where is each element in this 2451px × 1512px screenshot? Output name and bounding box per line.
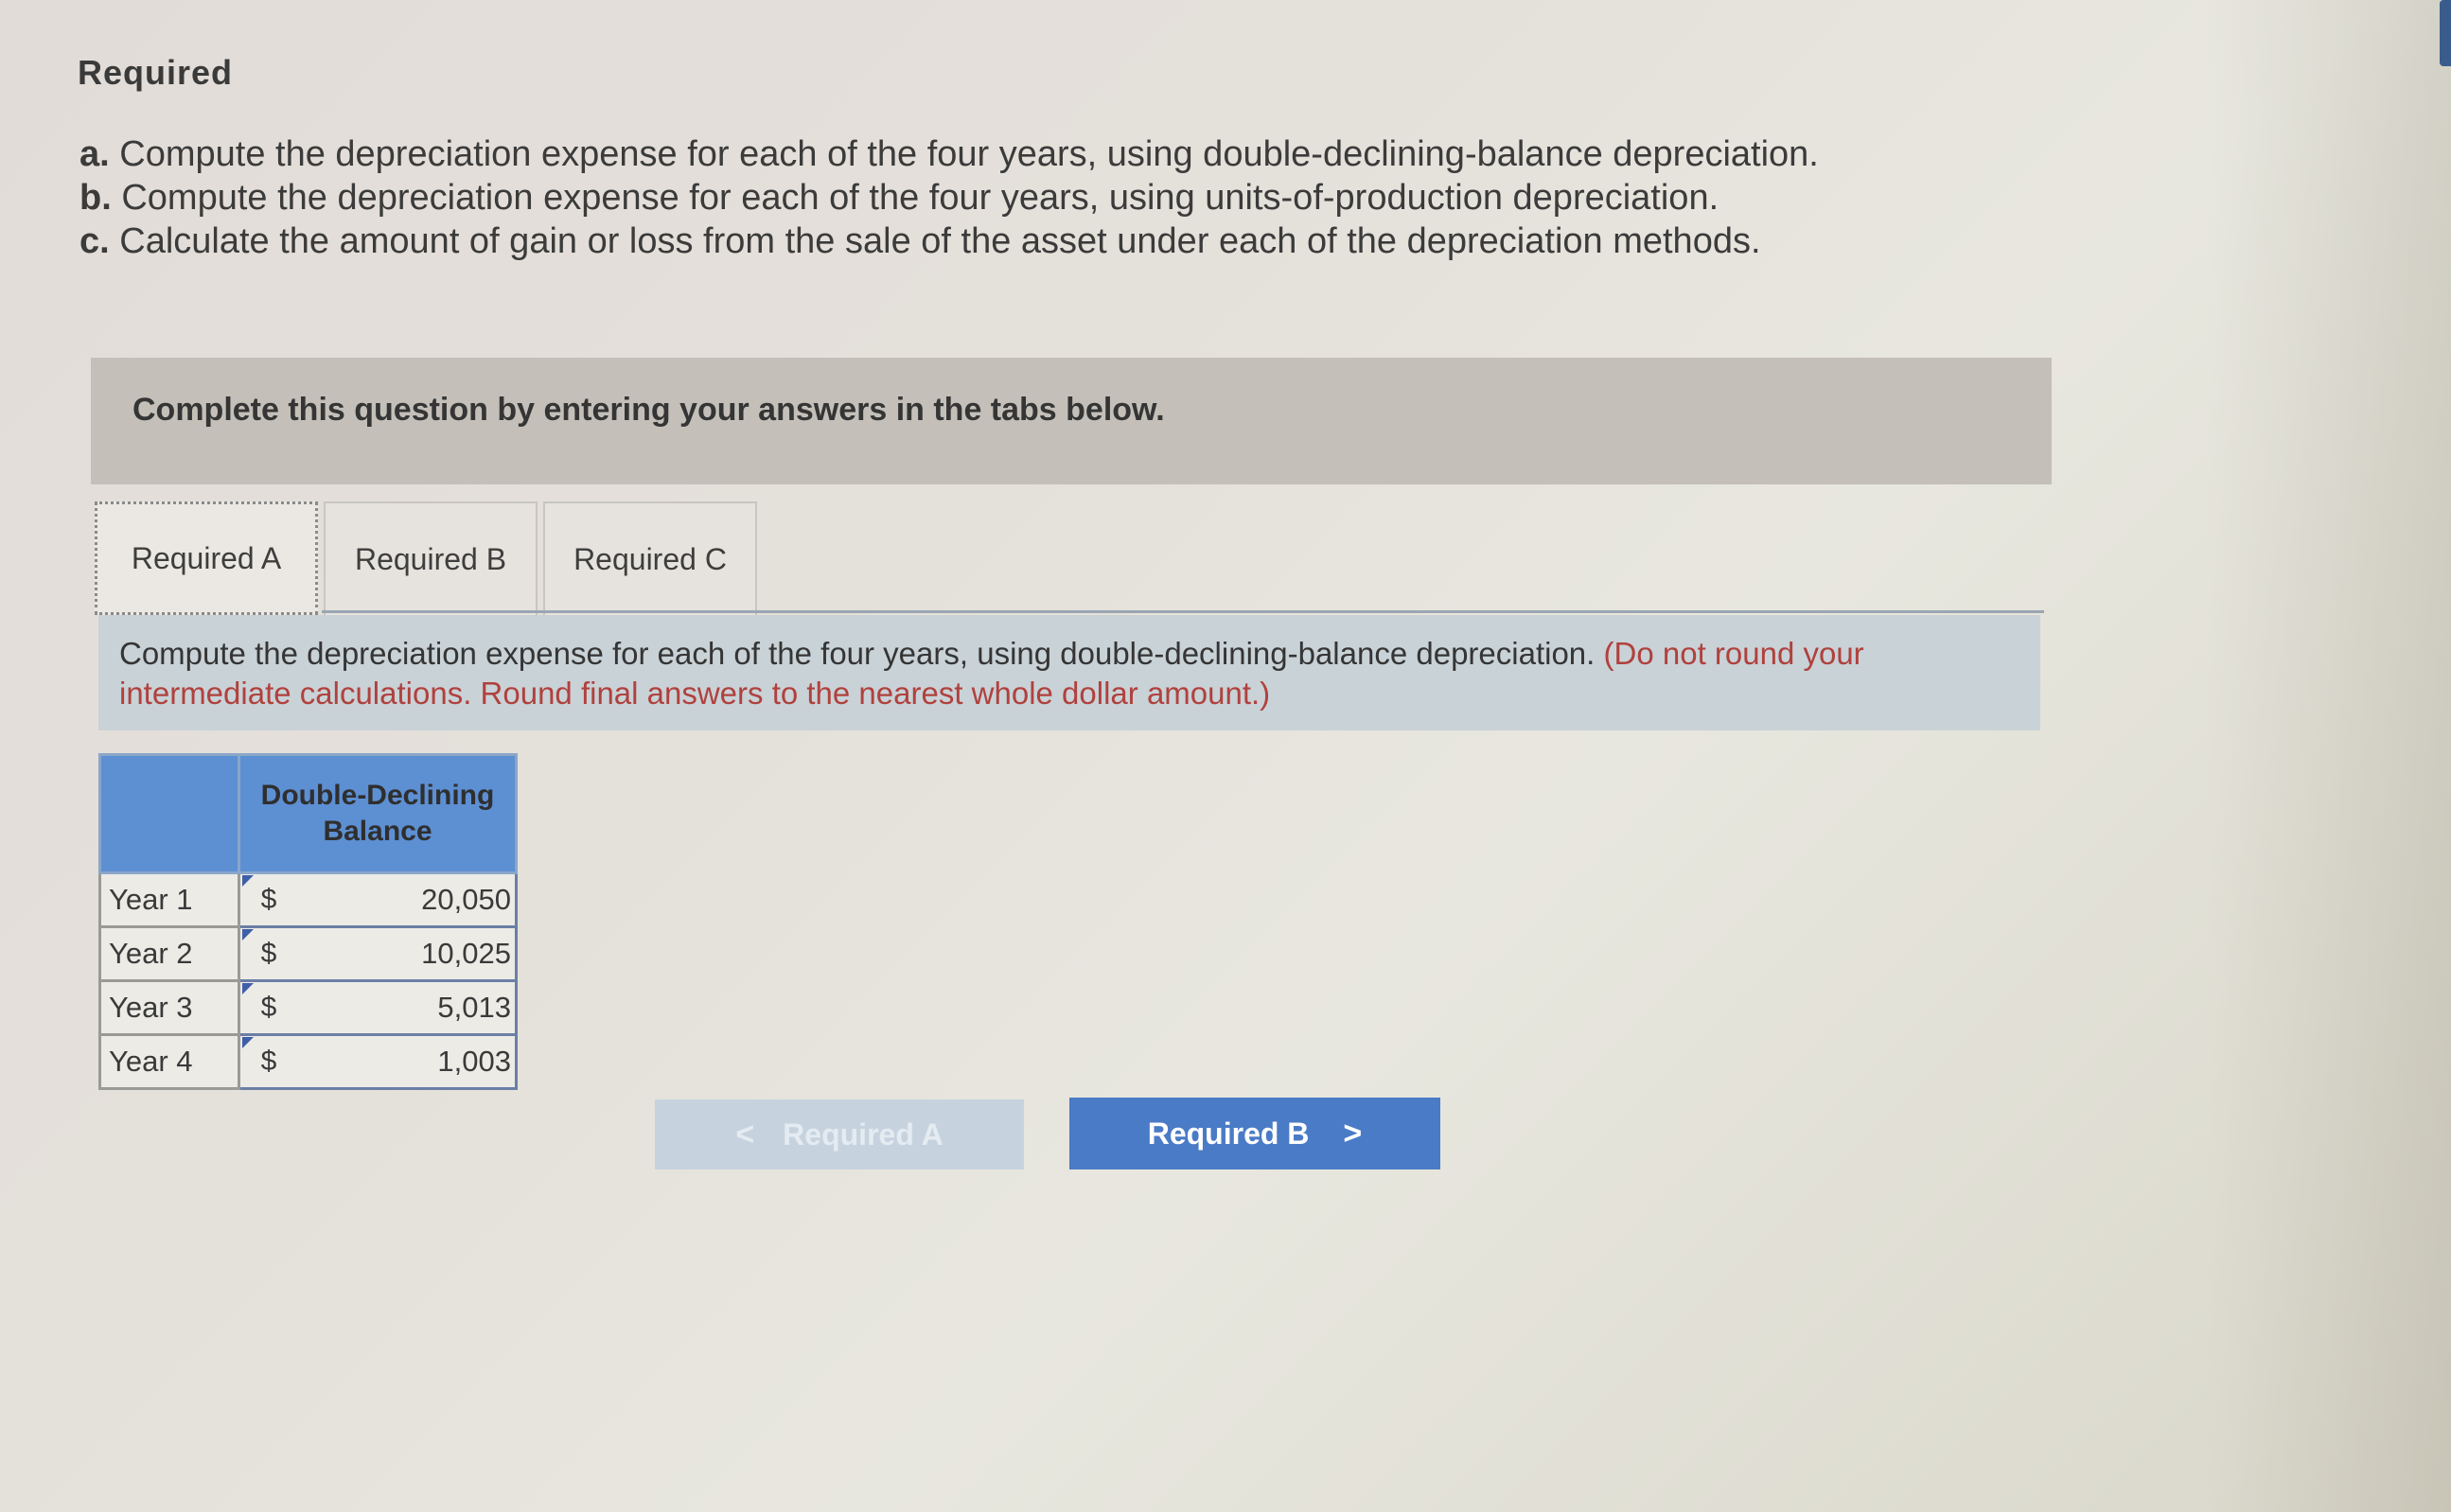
row-label: Year 4 bbox=[98, 1033, 240, 1090]
answer-value[interactable]: 5,013 bbox=[297, 991, 515, 1025]
table-row: Year 4 $ 1,003 bbox=[98, 1033, 518, 1090]
requirement-b: b. Compute the depreciation expense for … bbox=[79, 176, 2067, 220]
requirement-letter: c. bbox=[79, 221, 110, 261]
prev-required-a-button[interactable]: < Required A bbox=[655, 1099, 1024, 1169]
flag-icon bbox=[242, 983, 254, 994]
currency-symbol: $ bbox=[260, 938, 277, 969]
table-corner-header bbox=[98, 753, 240, 874]
tab-divider bbox=[322, 610, 2044, 613]
requirement-a: a. Compute the depreciation expense for … bbox=[79, 132, 2067, 176]
chevron-left-icon: < bbox=[735, 1116, 755, 1152]
answer-value[interactable]: 1,003 bbox=[297, 1045, 515, 1079]
column-header-line2: Balance bbox=[323, 816, 432, 847]
tab-required-b[interactable]: Required B bbox=[324, 501, 538, 615]
table-row: Year 2 $ 10,025 bbox=[98, 925, 518, 982]
question-prompt: Compute the depreciation expense for eac… bbox=[98, 615, 2040, 730]
currency-symbol: $ bbox=[260, 884, 277, 915]
chevron-right-icon: > bbox=[1343, 1115, 1363, 1152]
row-label: Year 3 bbox=[98, 979, 240, 1036]
requirement-letter: a. bbox=[79, 134, 110, 174]
flag-icon bbox=[242, 929, 254, 941]
answer-value[interactable]: 20,050 bbox=[297, 883, 515, 917]
requirement-letter: b. bbox=[79, 178, 112, 218]
column-header-ddb: Double-Declining Balance bbox=[238, 753, 518, 874]
row-label: Year 1 bbox=[98, 871, 240, 928]
tab-required-c[interactable]: Required C bbox=[543, 501, 757, 615]
currency-symbol: $ bbox=[260, 1046, 277, 1077]
tab-bar: Required A Required B Required C bbox=[95, 501, 763, 619]
flag-icon bbox=[242, 875, 254, 887]
table-row: Year 1 $ 20,050 bbox=[98, 871, 518, 928]
column-header-line1: Double-Declining bbox=[260, 780, 495, 811]
instruction-banner: Complete this question by entering your … bbox=[91, 358, 2052, 484]
answer-value[interactable]: 10,025 bbox=[297, 937, 515, 971]
requirement-text: Compute the depreciation expense for eac… bbox=[121, 178, 1719, 218]
next-required-b-button[interactable]: Required B > bbox=[1069, 1098, 1440, 1169]
question-text: Compute the depreciation expense for eac… bbox=[119, 636, 1596, 671]
answer-cell[interactable]: $ 5,013 bbox=[238, 979, 518, 1036]
depreciation-table: Double-Declining Balance Year 1 $ 20,050… bbox=[98, 753, 518, 1090]
requirement-text: Calculate the amount of gain or loss fro… bbox=[119, 221, 1761, 261]
edge-marker bbox=[2440, 0, 2451, 66]
prev-button-label: Required A bbox=[783, 1116, 943, 1152]
requirement-c: c. Calculate the amount of gain or loss … bbox=[79, 220, 2067, 263]
requirement-text: Compute the depreciation expense for eac… bbox=[119, 134, 1819, 174]
flag-icon bbox=[242, 1037, 254, 1048]
next-button-label: Required B bbox=[1147, 1116, 1310, 1151]
row-label: Year 2 bbox=[98, 925, 240, 982]
tab-required-a[interactable]: Required A bbox=[95, 501, 318, 615]
requirements-list: a. Compute the depreciation expense for … bbox=[79, 132, 2067, 263]
currency-symbol: $ bbox=[260, 992, 277, 1023]
answer-cell[interactable]: $ 1,003 bbox=[238, 1033, 518, 1090]
screen-edge-shade bbox=[2205, 0, 2451, 1512]
table-row: Year 3 $ 5,013 bbox=[98, 979, 518, 1036]
section-title: Required bbox=[78, 53, 234, 92]
answer-cell[interactable]: $ 20,050 bbox=[238, 871, 518, 928]
answer-cell[interactable]: $ 10,025 bbox=[238, 925, 518, 982]
